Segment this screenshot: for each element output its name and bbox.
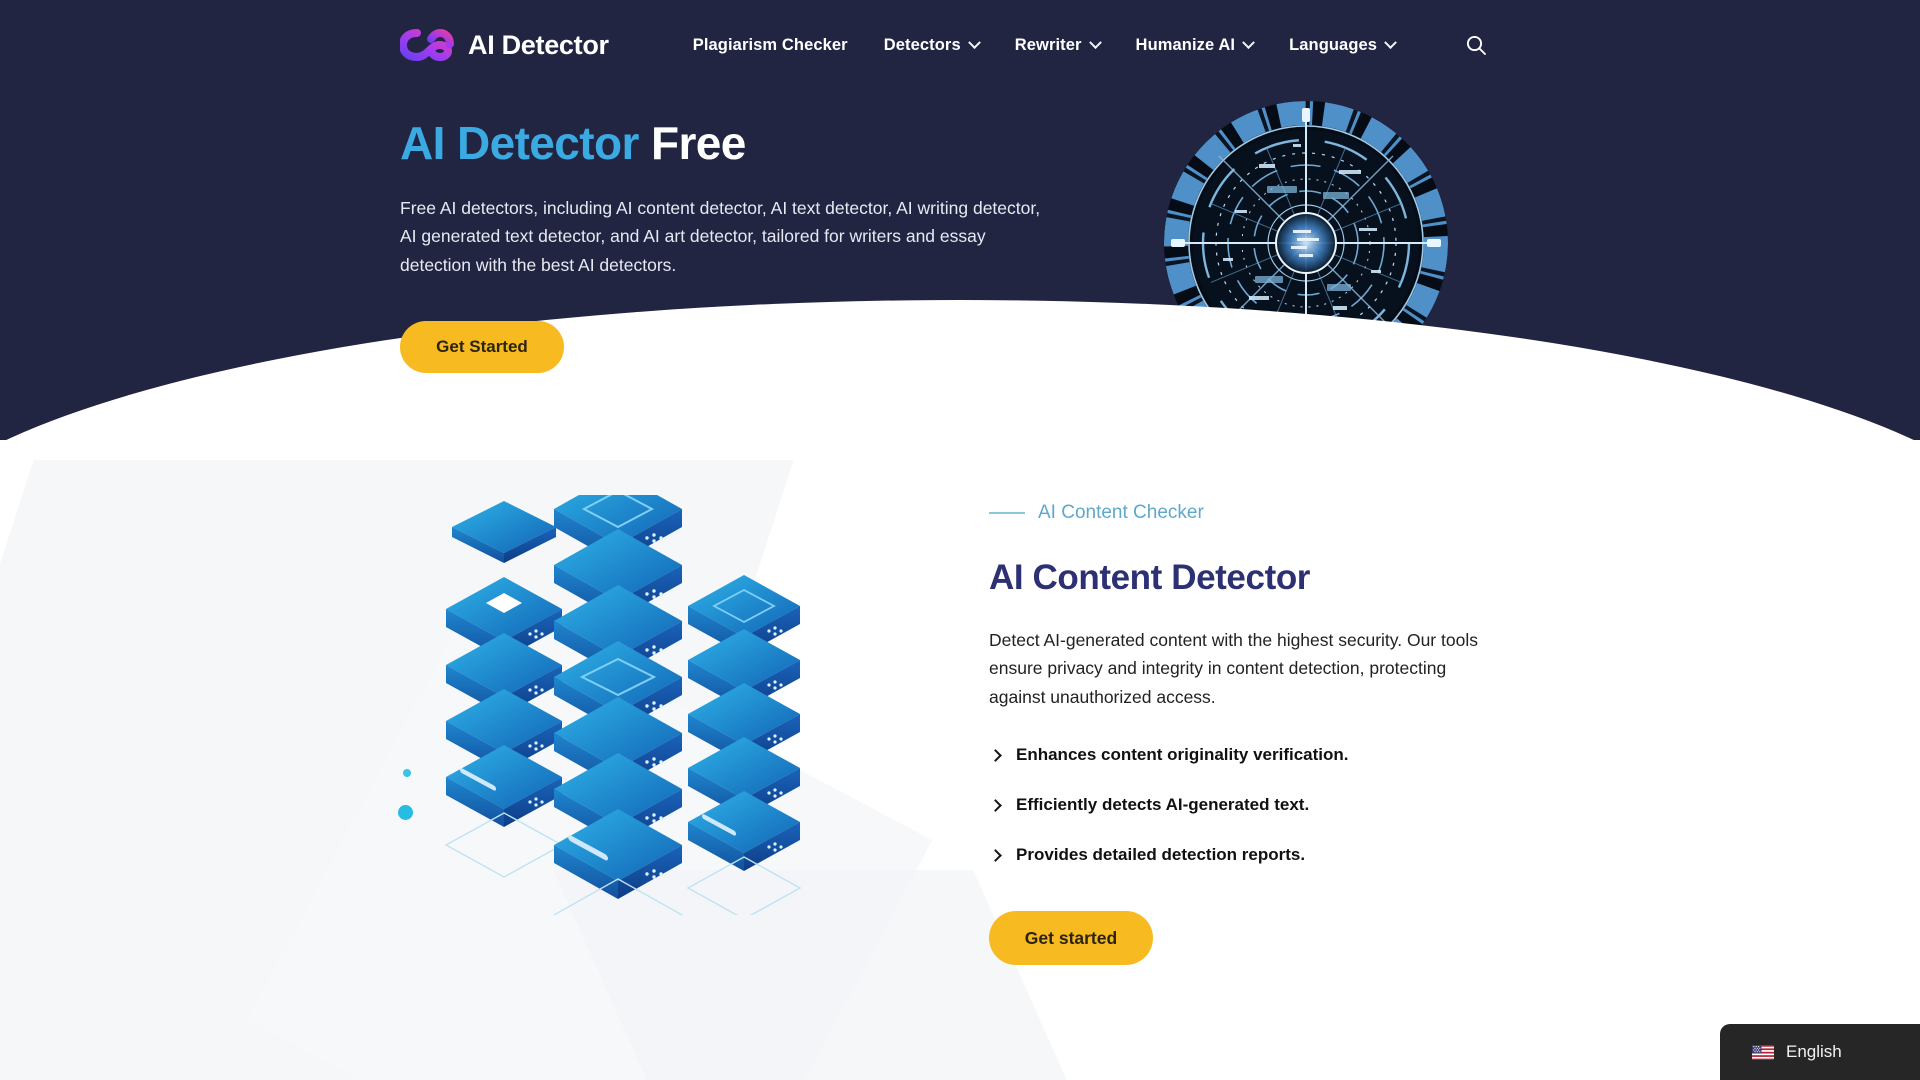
hero-title: AI Detector Free: [400, 117, 1080, 170]
decorative-dot: [403, 769, 411, 777]
brand-logo-link[interactable]: AI Detector: [400, 23, 609, 67]
eyebrow-label: AI Content Checker: [1038, 502, 1204, 523]
us-flag-icon: [1752, 1044, 1774, 1060]
nav-label: Plagiarism Checker: [692, 35, 848, 54]
nav-label: Detectors: [883, 35, 961, 54]
nav-item-plagiarism-checker[interactable]: Plagiarism Checker: [693, 36, 848, 55]
nav-label: Languages: [1289, 35, 1378, 54]
section-body: Detect AI-generated content with the hig…: [989, 630, 1478, 707]
bullet-label: Provides detailed detection reports.: [1016, 845, 1306, 865]
page-root: AI Detector Plagiarism Checker Detectors…: [0, 0, 1920, 1080]
section-title: AI Content Detector: [989, 558, 1311, 597]
infinity-gradient-icon: [400, 23, 454, 67]
chevron-right-icon: [989, 798, 1002, 812]
decorative-dot: [398, 805, 413, 820]
search-icon[interactable]: [1465, 34, 1487, 56]
section-get-started-button[interactable]: Get started: [989, 911, 1153, 966]
hero-title-highlight: AI Detector: [400, 117, 639, 169]
language-switcher[interactable]: English: [1720, 1024, 1920, 1080]
eyebrow-rule: [989, 512, 1025, 514]
feature-bullet-list: Enhances content originality verificatio…: [989, 745, 1549, 865]
nav-item-humanize-ai[interactable]: Humanize AI: [1135, 35, 1255, 55]
nav-links: Plagiarism Checker Detectors Rewriter Hu…: [693, 34, 1487, 56]
hero-get-started-button[interactable]: Get Started: [400, 321, 564, 374]
nav-item-rewriter[interactable]: Rewriter: [1014, 35, 1102, 55]
chevron-right-icon: [989, 848, 1002, 862]
chevron-down-icon: [967, 35, 981, 49]
section-content-column: AI Content Checker AI Content Detector D…: [989, 502, 1549, 966]
top-navigation-bar: AI Detector Plagiarism Checker Detectors…: [0, 0, 1920, 90]
bullet-label: Enhances content originality verificatio…: [1016, 745, 1349, 765]
chevron-right-icon: [989, 748, 1002, 762]
section-eyebrow: AI Content Checker: [989, 502, 1549, 524]
list-item: Enhances content originality verificatio…: [989, 745, 1549, 765]
list-item: Efficiently detects AI-generated text.: [989, 795, 1549, 815]
chevron-down-icon: [1384, 35, 1397, 49]
language-label: English: [1786, 1042, 1842, 1061]
hero-title-rest: Free: [650, 117, 746, 169]
hero-subtitle: Free AI detectors, including AI content …: [400, 197, 1041, 275]
brand-name: AI Detector: [468, 29, 609, 60]
chevron-down-icon: [1088, 35, 1102, 49]
bullet-label: Efficiently detects AI-generated text.: [1016, 795, 1310, 815]
nav-item-languages[interactable]: Languages: [1289, 35, 1397, 55]
hero-text-block: AI Detector Free Free AI detectors, incl…: [400, 117, 1080, 374]
isometric-server-stacks-illustration: [392, 473, 832, 952]
hero-section: AI Detector Plagiarism Checker Detectors…: [0, 0, 1920, 440]
nav-label: Humanize AI: [1135, 35, 1236, 54]
nav-label: Rewriter: [1014, 35, 1082, 54]
ai-content-detector-section: AI Content Checker AI Content Detector D…: [0, 440, 1920, 1080]
chevron-down-icon: [1242, 35, 1255, 49]
list-item: Provides detailed detection reports.: [989, 845, 1549, 865]
nav-item-detectors[interactable]: Detectors: [883, 35, 981, 55]
